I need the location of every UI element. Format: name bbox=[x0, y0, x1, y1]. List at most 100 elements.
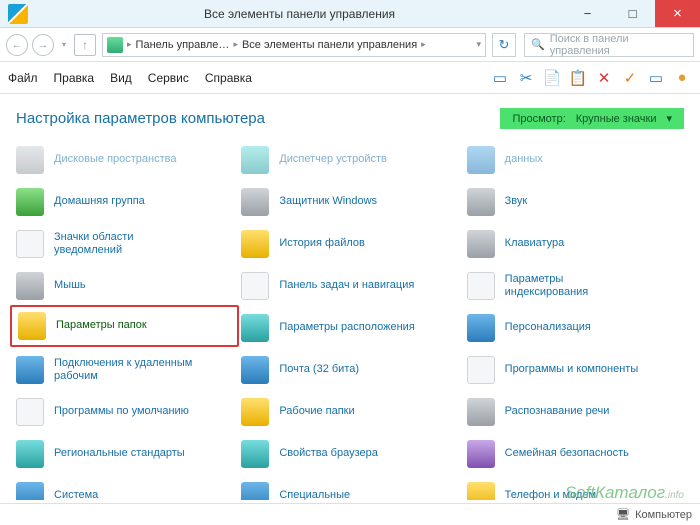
up-button[interactable]: ↑ bbox=[74, 34, 96, 56]
control-panel-item[interactable]: Диспетчер устройств bbox=[241, 139, 458, 181]
chevron-down-icon: ▾ bbox=[666, 112, 672, 125]
paste-icon[interactable]: 📋 bbox=[568, 68, 588, 88]
status-icon: 🖥 bbox=[616, 508, 630, 521]
control-panel-item[interactable]: Почта (32 бита) bbox=[241, 349, 458, 391]
control-panel-item[interactable]: Домашняя группа bbox=[16, 181, 233, 223]
control-panel-item[interactable]: История файлов bbox=[241, 223, 458, 265]
item-icon bbox=[241, 398, 269, 426]
control-panel-item[interactable]: Звук bbox=[467, 181, 684, 223]
control-panel-item[interactable]: Региональные стандарты bbox=[16, 433, 233, 475]
control-panel-item[interactable]: Мышь bbox=[16, 265, 233, 307]
item-icon bbox=[16, 356, 44, 384]
item-label: данных bbox=[505, 153, 543, 166]
control-panel-item[interactable]: Дисковые пространства bbox=[16, 139, 233, 181]
item-icon bbox=[467, 188, 495, 216]
view-label: Просмотр: bbox=[512, 113, 565, 125]
history-dropdown[interactable]: ▾ bbox=[58, 40, 70, 49]
item-label: Панель задач и навигация bbox=[279, 279, 414, 292]
control-panel-item[interactable]: Персонализация bbox=[467, 307, 684, 349]
item-icon bbox=[16, 230, 44, 258]
breadcrumb-sep: ▸ bbox=[127, 39, 132, 50]
item-label: Региональные стандарты bbox=[54, 447, 185, 460]
search-icon: 🔍 bbox=[531, 38, 545, 51]
item-icon bbox=[16, 272, 44, 300]
item-label: Защитник Windows bbox=[279, 195, 377, 208]
breadcrumb-seg1[interactable]: Панель управле… bbox=[136, 39, 230, 51]
close-button[interactable]: × bbox=[655, 0, 700, 27]
item-icon bbox=[16, 440, 44, 468]
panel-icon[interactable]: ▭ bbox=[490, 68, 510, 88]
item-label: Мышь bbox=[54, 279, 86, 292]
cut-icon[interactable]: ✂ bbox=[516, 68, 536, 88]
item-label: Дисковые пространства bbox=[54, 153, 177, 166]
control-panel-item[interactable]: Параметры расположения bbox=[241, 307, 458, 349]
minimize-button[interactable]: − bbox=[565, 0, 610, 27]
item-label: Клавиатура bbox=[505, 237, 565, 250]
page-header: Настройка параметров компьютера Просмотр… bbox=[0, 94, 700, 139]
item-icon bbox=[16, 398, 44, 426]
globe-icon[interactable]: ● bbox=[672, 68, 692, 88]
navbar: ← → ▾ ↑ ▸ Панель управле… ▸ Все элементы… bbox=[0, 28, 700, 62]
items-grid: Дисковые пространства Диспетчер устройств… bbox=[0, 139, 700, 500]
item-label: Рабочие папки bbox=[279, 405, 354, 418]
control-panel-item[interactable]: Параметры папок bbox=[10, 305, 239, 347]
menu-file[interactable]: Файл bbox=[8, 71, 38, 85]
window-icon bbox=[8, 4, 28, 24]
toolbar: ▭ ✂ 📄 📋 ✕ ✓ ▭ ● bbox=[490, 68, 692, 88]
item-label: Программы по умолчанию bbox=[54, 405, 189, 418]
control-panel-item[interactable]: Семейная безопасность bbox=[467, 433, 684, 475]
address-bar[interactable]: ▸ Панель управле… ▸ Все элементы панели … bbox=[102, 33, 486, 57]
control-panel-item[interactable]: Параметры индексирования bbox=[467, 265, 684, 307]
page-title: Настройка параметров компьютера bbox=[16, 110, 500, 127]
control-panel-item[interactable]: Значки области уведомлений bbox=[16, 223, 233, 265]
control-panel-item[interactable]: Подключения к удаленным рабочим bbox=[16, 349, 233, 391]
item-label: Персонализация bbox=[505, 321, 591, 334]
maximize-button[interactable]: □ bbox=[610, 0, 655, 27]
item-icon bbox=[467, 356, 495, 384]
control-panel-item[interactable]: Защитник Windows bbox=[241, 181, 458, 223]
back-button[interactable]: ← bbox=[6, 34, 28, 56]
item-icon bbox=[16, 188, 44, 216]
item-label: Значки области уведомлений bbox=[54, 231, 194, 257]
item-icon bbox=[241, 272, 269, 300]
address-dropdown[interactable]: ▾ bbox=[476, 39, 481, 50]
item-label: Домашняя группа bbox=[54, 195, 145, 208]
item-label: История файлов bbox=[279, 237, 365, 250]
menu-view[interactable]: Вид bbox=[110, 71, 132, 85]
menu-tools[interactable]: Сервис bbox=[148, 71, 189, 85]
control-panel-item[interactable]: Телефон и модем bbox=[467, 475, 684, 500]
item-icon bbox=[241, 482, 269, 500]
menu-help[interactable]: Справка bbox=[205, 71, 252, 85]
apply-icon[interactable]: ✓ bbox=[620, 68, 640, 88]
control-panel-item[interactable]: Система bbox=[16, 475, 233, 500]
control-panel-item[interactable]: Программы по умолчанию bbox=[16, 391, 233, 433]
menu-edit[interactable]: Правка bbox=[54, 71, 95, 85]
copy-icon[interactable]: 📄 bbox=[542, 68, 562, 88]
control-panel-item[interactable]: Панель задач и навигация bbox=[241, 265, 458, 307]
item-label: Телефон и модем bbox=[505, 489, 596, 500]
control-panel-item[interactable]: Свойства браузера bbox=[241, 433, 458, 475]
item-label: Параметры расположения bbox=[279, 321, 414, 334]
breadcrumb-seg2[interactable]: Все элементы панели управления bbox=[242, 39, 417, 51]
refresh-button[interactable]: ↻ bbox=[492, 33, 516, 57]
control-panel-item[interactable]: Программы и компоненты bbox=[467, 349, 684, 391]
control-panel-item[interactable]: Распознавание речи bbox=[467, 391, 684, 433]
address-icon bbox=[107, 37, 123, 53]
item-icon bbox=[467, 230, 495, 258]
control-panel-item[interactable]: Клавиатура bbox=[467, 223, 684, 265]
props-icon[interactable]: ▭ bbox=[646, 68, 666, 88]
forward-button[interactable]: → bbox=[32, 34, 54, 56]
item-label: Параметры папок bbox=[56, 319, 147, 332]
status-text: Компьютер bbox=[635, 509, 692, 521]
item-label: Система bbox=[54, 489, 98, 500]
delete-icon[interactable]: ✕ bbox=[594, 68, 614, 88]
control-panel-item[interactable]: данных bbox=[467, 139, 684, 181]
control-panel-item[interactable]: Специальные bbox=[241, 475, 458, 500]
control-panel-item[interactable]: Рабочие папки bbox=[241, 391, 458, 433]
item-label: Диспетчер устройств bbox=[279, 153, 387, 166]
item-icon bbox=[16, 482, 44, 500]
view-selector[interactable]: Просмотр: Крупные значки ▾ bbox=[500, 108, 684, 129]
breadcrumb-sep: ▸ bbox=[421, 39, 426, 50]
search-input[interactable]: 🔍 Поиск в панели управления bbox=[524, 33, 694, 57]
menubar: Файл Правка Вид Сервис Справка ▭ ✂ 📄 📋 ✕ ✓ ▭ ● bbox=[0, 62, 700, 94]
